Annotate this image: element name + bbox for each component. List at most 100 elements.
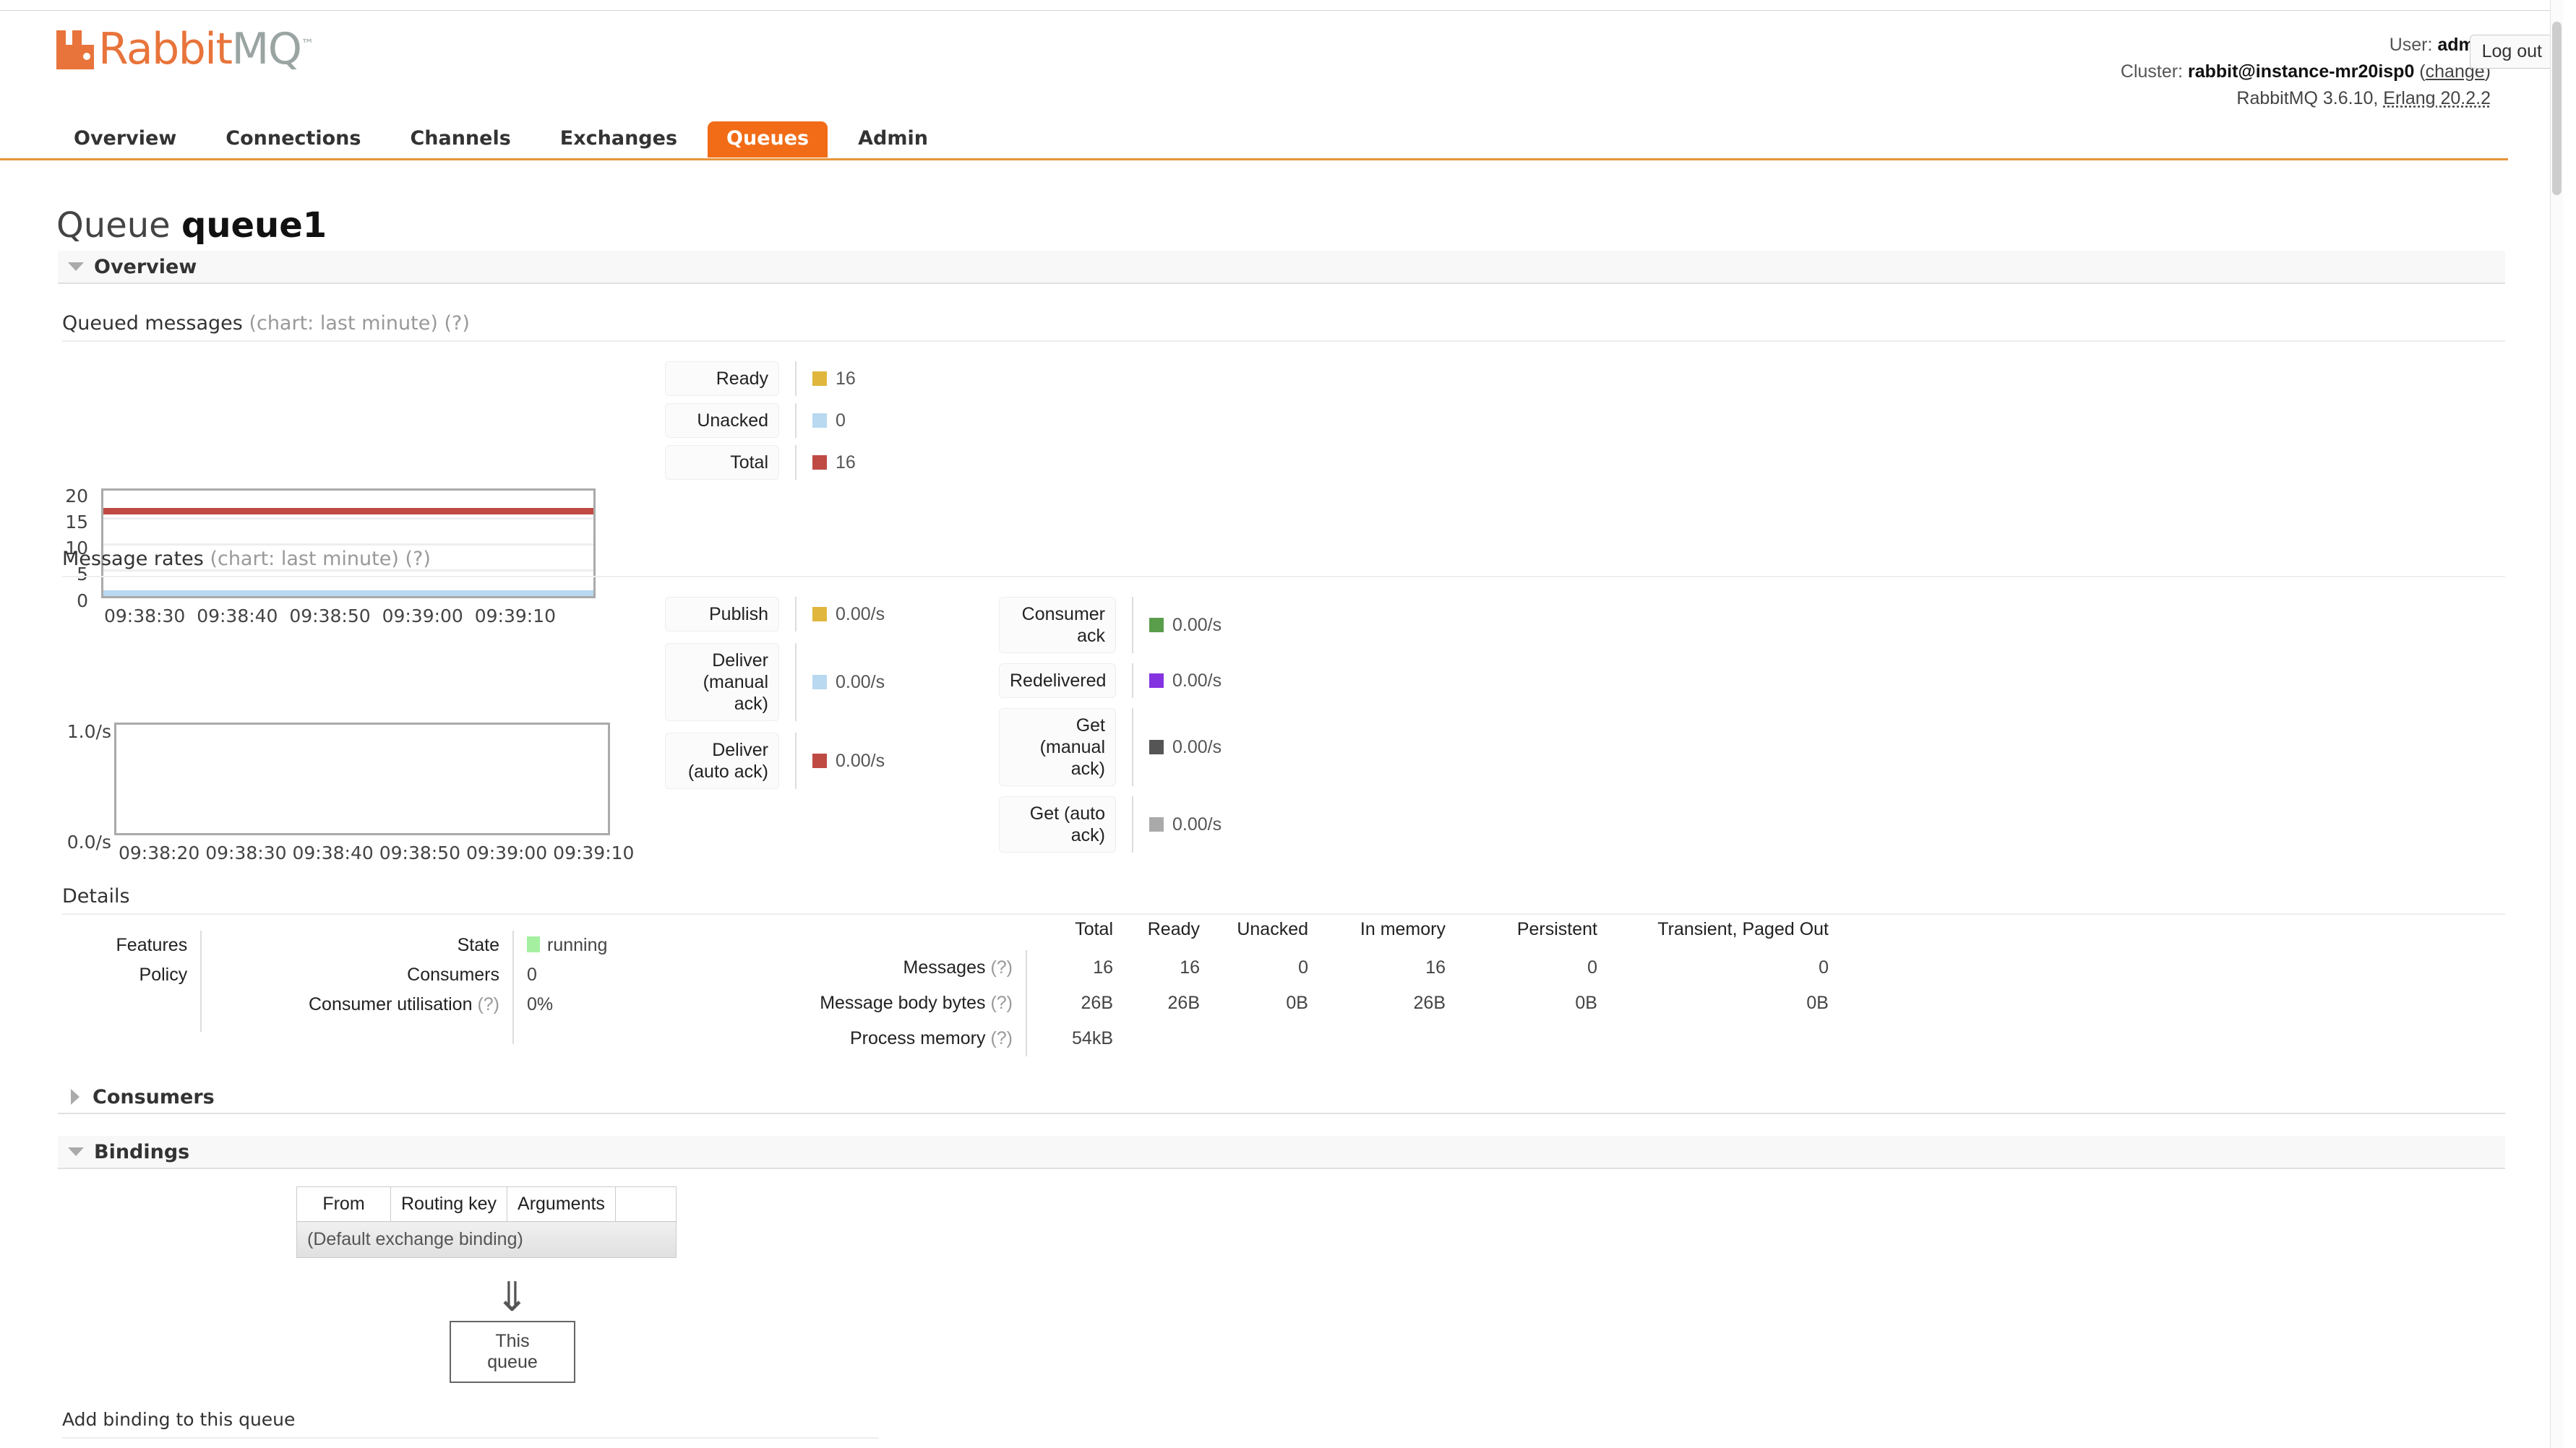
x-tick-1: 09:38:40 bbox=[197, 606, 278, 626]
table-row: (Default exchange binding) bbox=[296, 1221, 677, 1258]
x-tick-4: 09:39:10 bbox=[474, 606, 557, 626]
messages-label-text: Messages bbox=[903, 957, 986, 978]
message-rates-title: Message rates bbox=[62, 548, 204, 570]
message-body-bytes-help-icon[interactable]: (?) bbox=[990, 993, 1013, 1013]
tab-channels[interactable]: Channels bbox=[391, 121, 529, 158]
user-info-block: User: admin Cluster: rabbit@instance-mr2… bbox=[2121, 32, 2491, 112]
legend-row-unacked: Unacked 0 bbox=[665, 403, 856, 438]
add-binding-heading: Add binding to this queue bbox=[62, 1409, 879, 1439]
legend-value-deliver-auto-wrap: 0.00/s bbox=[812, 751, 885, 772]
bindings-col-routing-key: Routing key bbox=[390, 1186, 508, 1222]
consumer-utilisation-label-text: Consumer utilisation bbox=[308, 994, 473, 1014]
process-memory-blank-2 bbox=[1200, 1021, 1308, 1056]
section-consumers-header[interactable]: Consumers bbox=[58, 1081, 2505, 1114]
legend-value-get-auto: 0.00/s bbox=[1172, 814, 1222, 835]
page-scrollbar-thumb[interactable] bbox=[2552, 22, 2562, 195]
legend-button-deliver-manual-ack[interactable]: Deliver (manual ack) bbox=[665, 643, 779, 721]
legend-button-unacked[interactable]: Unacked bbox=[665, 403, 779, 438]
page-scrollbar-track[interactable] bbox=[2550, 0, 2563, 1448]
legend-value-publish-wrap: 0.00/s bbox=[812, 604, 885, 625]
rates-y-tick-min: 0.0/s bbox=[66, 832, 111, 853]
swatch-get-manual-icon bbox=[1149, 740, 1164, 754]
tab-connections[interactable]: Connections bbox=[207, 121, 379, 158]
stats-row-messages: Messages (?) bbox=[687, 950, 1027, 986]
legend-row-redelivered: Redelivered 0.00/s bbox=[999, 663, 1222, 698]
queued-messages-help-icon[interactable]: (?) bbox=[444, 312, 469, 335]
state-label-text: State bbox=[457, 935, 499, 955]
legend-row-consumer-ack: Consumer ack 0.00/s bbox=[999, 597, 1222, 653]
user-line: User: admin bbox=[2121, 32, 2491, 59]
queued-chart-plot-area bbox=[101, 488, 596, 598]
legend-button-consumer-ack[interactable]: Consumer ack bbox=[999, 597, 1116, 653]
queued-messages-subtitle: (chart: last minute) bbox=[249, 312, 438, 335]
message-rates-heading: Message rates (chart: last minute) (?) bbox=[62, 548, 2505, 577]
cluster-line: Cluster: rabbit@instance-mr20isp0 (chang… bbox=[2120, 61, 2491, 82]
process-memory-total: 54kB bbox=[1072, 1028, 1113, 1048]
queued-messages-title: Queued messages bbox=[62, 312, 243, 335]
legend-button-ready[interactable]: Ready bbox=[665, 361, 779, 396]
logo-trademark: ™ bbox=[301, 37, 314, 52]
queued-messages-legend: Ready 16 Unacked 0 Total 16 bbox=[665, 361, 856, 487]
stats-col-transient: Transient, Paged Out bbox=[1657, 919, 1829, 939]
messages-ready: 16 bbox=[1180, 957, 1200, 978]
legend-value-redelivered: 0.00/s bbox=[1172, 670, 1222, 691]
messages-help-icon[interactable]: (?) bbox=[990, 957, 1013, 978]
rabbitmq-logo[interactable]: RabbitMQ™ bbox=[55, 27, 314, 71]
legend-value-total-wrap: 16 bbox=[812, 452, 856, 473]
legend-value-deliver-manual: 0.00/s bbox=[836, 671, 885, 692]
bindings-col-actions bbox=[614, 1186, 677, 1222]
legend-divider bbox=[795, 403, 797, 438]
table-row: State running bbox=[275, 931, 607, 960]
tab-admin[interactable]: Admin bbox=[839, 121, 947, 158]
rates-x-tick-5: 09:39:10 bbox=[553, 842, 635, 863]
version-line: RabbitMQ 3.6.10, Erlang 20.2.2 bbox=[2121, 85, 2491, 112]
page-title: Queue queue1 bbox=[56, 205, 327, 246]
legend-button-redelivered[interactable]: Redelivered bbox=[999, 663, 1116, 698]
logout-button[interactable]: Log out bbox=[2469, 35, 2554, 69]
tab-overview[interactable]: Overview bbox=[55, 121, 195, 158]
section-bindings-header[interactable]: Bindings bbox=[58, 1136, 2505, 1169]
queued-messages-heading: Queued messages (chart: last minute) (?) bbox=[62, 312, 2505, 342]
legend-value-unacked: 0 bbox=[836, 410, 846, 431]
message-rates-legend-left: Publish 0.00/s Deliver (manual ack) 0.00… bbox=[665, 597, 885, 796]
swatch-unacked-icon bbox=[812, 413, 827, 428]
rates-chart-plot-area bbox=[114, 723, 610, 835]
x-tick-3: 09:39:00 bbox=[382, 606, 463, 626]
legend-button-total[interactable]: Total bbox=[665, 445, 779, 480]
messages-persistent: 0 bbox=[1587, 957, 1597, 978]
legend-divider bbox=[1132, 796, 1133, 853]
y-tick-20: 20 bbox=[65, 486, 88, 507]
process-memory-blank-5 bbox=[1597, 1021, 1829, 1056]
legend-divider bbox=[795, 445, 797, 480]
main-navigation: Overview Connections Channels Exchanges … bbox=[0, 121, 2508, 160]
legend-button-publish[interactable]: Publish bbox=[665, 597, 779, 632]
consumer-utilisation-help-icon[interactable]: (?) bbox=[477, 994, 499, 1014]
rates-chart-y-axis: 1.0/s 0.0/s bbox=[53, 723, 111, 851]
details-stats-table: Total Ready Unacked In memory Persistent… bbox=[687, 919, 1829, 1056]
messages-total: 16 bbox=[1093, 957, 1113, 978]
process-memory-blank-3 bbox=[1308, 1021, 1446, 1056]
legend-divider bbox=[1132, 597, 1133, 653]
legend-button-deliver-auto-ack[interactable]: Deliver (auto ack) bbox=[665, 733, 779, 789]
process-memory-help-icon[interactable]: (?) bbox=[990, 1028, 1013, 1048]
row-label-consumers: Consumers bbox=[275, 960, 514, 990]
table-row: Message body bytes (?) 26B 26B 0B 26B 0B… bbox=[687, 986, 1829, 1021]
swatch-publish-icon bbox=[812, 607, 827, 621]
legend-value-unacked-wrap: 0 bbox=[812, 410, 846, 431]
tab-queues[interactable]: Queues bbox=[708, 121, 828, 158]
tab-exchanges[interactable]: Exchanges bbox=[541, 121, 696, 158]
legend-divider bbox=[795, 643, 797, 721]
this-queue-box: This queue bbox=[450, 1321, 575, 1383]
legend-value-get-manual: 0.00/s bbox=[1172, 736, 1222, 757]
legend-value-total: 16 bbox=[836, 452, 856, 473]
messages-in-memory: 16 bbox=[1425, 957, 1446, 978]
section-overview-header[interactable]: Overview bbox=[58, 251, 2505, 284]
legend-button-get-auto-ack[interactable]: Get (auto ack) bbox=[999, 796, 1116, 853]
erlang-version: Erlang 20.2.2 bbox=[2383, 88, 2491, 108]
message-rates-help-icon[interactable]: (?) bbox=[405, 548, 430, 570]
chevron-down-icon bbox=[68, 1147, 84, 1156]
gridline-15 bbox=[103, 517, 593, 520]
bytes-persistent: 0B bbox=[1575, 993, 1597, 1013]
row-label-state: State bbox=[275, 931, 514, 960]
legend-button-get-manual-ack[interactable]: Get (manual ack) bbox=[999, 708, 1116, 786]
